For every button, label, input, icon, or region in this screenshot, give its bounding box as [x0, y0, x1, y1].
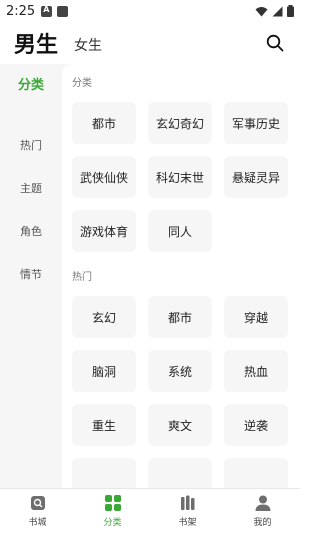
bookstore-icon: [30, 496, 45, 510]
nav-profile[interactable]: 我的: [225, 489, 300, 533]
tab-male[interactable]: 男生: [14, 27, 58, 59]
section-title-category: 分类: [72, 78, 92, 89]
sidebar-item-label: 情节: [20, 267, 42, 281]
wifi-icon: [255, 6, 268, 16]
sidebar-item-category[interactable]: 分类: [0, 64, 62, 102]
category-chip[interactable]: 悬疑灵异: [224, 156, 288, 198]
category-chip[interactable]: 游戏体育: [72, 210, 136, 252]
section-title-hot: 热门: [72, 272, 92, 283]
nav-bookshelf[interactable]: 书架: [150, 489, 225, 533]
notification-icon: [41, 5, 53, 17]
sidebar-item-plot[interactable]: 情节: [0, 252, 62, 295]
nav-bookstore[interactable]: 书城: [0, 489, 75, 533]
status-bar: 2:25: [0, 0, 300, 22]
nav-category[interactable]: 分类: [75, 489, 150, 533]
category-chip[interactable]: 科幻末世: [148, 156, 212, 198]
sidebar-item-hot[interactable]: 热门: [0, 123, 62, 166]
category-grid-icon: [104, 495, 121, 511]
sidebar-item-label: 角色: [20, 224, 42, 238]
battery-icon: [287, 5, 294, 17]
category-chip-grid: 都市 玄幻奇幻 军事历史 武侠仙侠 科幻末世 悬疑灵异 游戏体育 同人: [72, 102, 300, 252]
main-area: 分类 热门 主题 角色 情节 分类 都市 玄幻奇幻 军事历史 武侠仙侠 科幻末世…: [0, 64, 300, 488]
hot-chip-partial[interactable]: [224, 458, 288, 488]
hot-chip[interactable]: 逆袭: [224, 404, 288, 446]
hot-chip[interactable]: 玄幻: [72, 296, 136, 338]
hot-chip-grid: 玄幻 都市 穿越 脑洞 系统 热血 重生 爽文 逆袭: [72, 296, 300, 488]
bottom-navigation: 书城 分类 书架 我的: [0, 488, 300, 533]
status-indicators: [255, 5, 294, 17]
hot-chip[interactable]: 重生: [72, 404, 136, 446]
sidebar-item-theme[interactable]: 主题: [0, 166, 62, 209]
hot-chip-partial[interactable]: [148, 458, 212, 488]
bookshelf-icon: [180, 495, 194, 510]
nav-label: 书城: [28, 518, 47, 528]
search-icon: [266, 34, 284, 52]
category-chip[interactable]: 武侠仙侠: [72, 156, 136, 198]
sidebar-item-label: 热门: [20, 138, 42, 152]
sidebar-item-label: 分类: [17, 77, 44, 93]
app-notification-icon: [57, 5, 69, 17]
category-content: 分类 都市 玄幻奇幻 军事历史 武侠仙侠 科幻末世 悬疑灵异 游戏体育 同人 热…: [62, 64, 300, 488]
category-chip[interactable]: 同人: [148, 210, 212, 252]
category-chip[interactable]: 玄幻奇幻: [148, 102, 212, 144]
nav-label: 分类: [103, 518, 122, 528]
hot-chip[interactable]: 爽文: [148, 404, 212, 446]
hot-chip[interactable]: 脑洞: [72, 350, 136, 392]
hot-chip-partial[interactable]: [72, 458, 136, 488]
category-chip[interactable]: 军事历史: [224, 102, 288, 144]
status-time: 2:25: [6, 3, 36, 19]
sidebar-item-role[interactable]: 角色: [0, 209, 62, 252]
search-button[interactable]: [264, 32, 286, 54]
hot-chip[interactable]: 穿越: [224, 296, 288, 338]
nav-label: 书架: [178, 518, 197, 528]
category-sidebar: 分类 热门 主题 角色 情节: [0, 64, 62, 488]
top-header: 男生 女生: [0, 22, 300, 64]
sidebar-item-label: 主题: [20, 181, 42, 195]
hot-chip[interactable]: 热血: [224, 350, 288, 392]
tab-female[interactable]: 女生: [74, 35, 102, 55]
hot-chip[interactable]: 系统: [148, 350, 212, 392]
nav-label: 我的: [253, 518, 272, 528]
profile-icon: [255, 495, 270, 511]
signal-icon: [272, 6, 283, 16]
category-chip[interactable]: 都市: [72, 102, 136, 144]
hot-chip[interactable]: 都市: [148, 296, 212, 338]
